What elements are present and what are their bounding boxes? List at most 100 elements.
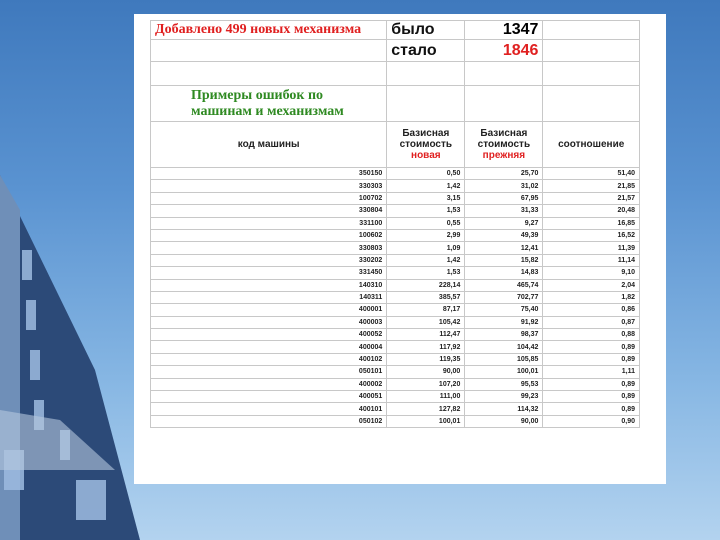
new-cost-cell: 100,01 [386,414,466,429]
new-cost-cell: 111,00 [386,390,466,404]
empty-cell [542,61,640,86]
machine-code-cell: 140311 [149,290,388,305]
new-cost-cell: 385,57 [386,290,466,305]
empty-cell [149,61,388,86]
table-row: 100602 2,99 49,39 16,52 [149,228,640,243]
ratio-cell: 1,82 [542,290,640,305]
new-cost-cell: 87,17 [386,303,466,317]
old-cost-cell: 9,27 [464,216,544,230]
empty-cell [386,61,466,86]
table-row: 400102 119,35 105,85 0,89 [149,352,640,367]
new-cost-cell: 2,99 [386,228,466,243]
new-cost-cell: 127,82 [386,402,466,416]
old-cost-cell: 98,37 [464,328,544,342]
old-cost-cell: 99,23 [464,390,544,404]
machine-code-cell: 400051 [149,390,388,404]
old-cost-cell: 31,02 [464,179,544,193]
machine-code-cell: 400003 [149,315,388,330]
old-cost-cell: 702,77 [464,290,544,305]
ratio-cell: 0,89 [542,352,640,367]
new-cost-line3: новая [411,150,441,161]
column-header-code: код машины [149,121,388,168]
data-rows: 350150 0,50 25,70 51,40 330303 1,42 31,02 21,85… [149,166,640,429]
old-cost-cell: 95,53 [464,377,544,392]
ratio-cell: 11,39 [542,241,640,255]
old-cost-cell: 49,39 [464,228,544,243]
new-cost-cell: 0,50 [386,166,466,181]
machine-code-cell: 400001 [149,303,388,317]
old-cost-cell: 75,40 [464,303,544,317]
ratio-cell: 51,40 [542,166,640,181]
new-cost-cell: 105,42 [386,315,466,330]
table-row: 330804 1,53 31,33 20,48 [149,204,640,218]
table-row: 140310 228,14 465,74 2,04 [149,278,640,292]
old-cost-line2: стоимость [477,139,531,150]
ratio-cell: 9,10 [542,266,640,280]
new-cost-cell: 90,00 [386,365,466,379]
ratio-cell: 0,89 [542,377,640,392]
old-cost-cell: 12,41 [464,241,544,255]
ratio-cell: 21,57 [542,191,640,206]
table-row: 100702 3,15 67,95 21,57 [149,191,640,206]
old-cost-cell: 15,82 [464,253,544,268]
ratio-cell: 21,85 [542,179,640,193]
spreadsheet-panel: Добавлено 499 новых механизма было 1347 … [134,14,666,484]
ratio-cell: 2,04 [542,278,640,292]
old-cost-line3: прежняя [482,150,526,161]
new-cost-cell: 119,35 [386,352,466,367]
old-cost-cell: 90,00 [464,414,544,429]
table-row: 050101 90,00 100,01 1,11 [149,365,640,379]
ratio-cell: 0,90 [542,414,640,429]
new-cost-line2: стоимость [399,139,453,150]
machine-code-cell: 331100 [149,216,388,230]
new-cost-cell: 1,42 [386,179,466,193]
after-label: стало [386,39,466,62]
ratio-cell: 0,88 [542,328,640,342]
new-cost-cell: 1,53 [386,204,466,218]
machine-code-cell: 330804 [149,204,388,218]
empty-cell [386,85,466,122]
old-cost-cell: 104,42 [464,340,544,354]
machine-code-cell: 400052 [149,328,388,342]
old-cost-cell: 91,92 [464,315,544,330]
ratio-cell: 11,14 [542,253,640,268]
machine-code-cell: 330202 [149,253,388,268]
old-cost-cell: 25,70 [464,166,544,181]
empty-cell [542,85,640,122]
new-cost-line1: Базисная [402,128,450,139]
ratio-cell: 0,87 [542,315,640,330]
column-header-old-cost: Базисная стоимость прежняя [464,121,544,168]
examples-title: Примеры ошибок по машинам и механизмам [149,85,388,122]
column-header-ratio: соотношение [542,121,640,168]
table-row: 050102 100,01 90,00 0,90 [149,414,640,429]
machine-code-cell: 400002 [149,377,388,392]
machine-code-cell: 050101 [149,365,388,379]
table-row: 331450 1,53 14,83 9,10 [149,266,640,280]
machine-code-cell: 140310 [149,278,388,292]
ratio-cell: 1,11 [542,365,640,379]
table-row: 350150 0,50 25,70 51,40 [149,166,640,181]
new-cost-cell: 112,47 [386,328,466,342]
machine-code-cell: 350150 [149,166,388,181]
ratio-cell: 16,85 [542,216,640,230]
old-cost-cell: 105,85 [464,352,544,367]
table-row: 400002 107,20 95,53 0,89 [149,377,640,392]
ratio-cell: 0,86 [542,303,640,317]
empty-cell [464,61,544,86]
empty-cell [542,20,640,40]
old-cost-line1: Базисная [480,128,528,139]
empty-cell [464,85,544,122]
table-row: 140311 385,57 702,77 1,82 [149,290,640,305]
before-label: было [386,20,466,40]
old-cost-cell: 14,83 [464,266,544,280]
empty-cell [149,39,388,62]
machine-code-cell: 050102 [149,414,388,429]
empty-cell [542,39,640,62]
machine-code-cell: 400102 [149,352,388,367]
table-row: 400101 127,82 114,32 0,89 [149,402,640,416]
table-row: 400051 111,00 99,23 0,89 [149,390,640,404]
new-cost-cell: 228,14 [386,278,466,292]
ratio-cell: 0,89 [542,340,640,354]
old-cost-cell: 114,32 [464,402,544,416]
table-row: 400001 87,17 75,40 0,86 [149,303,640,317]
